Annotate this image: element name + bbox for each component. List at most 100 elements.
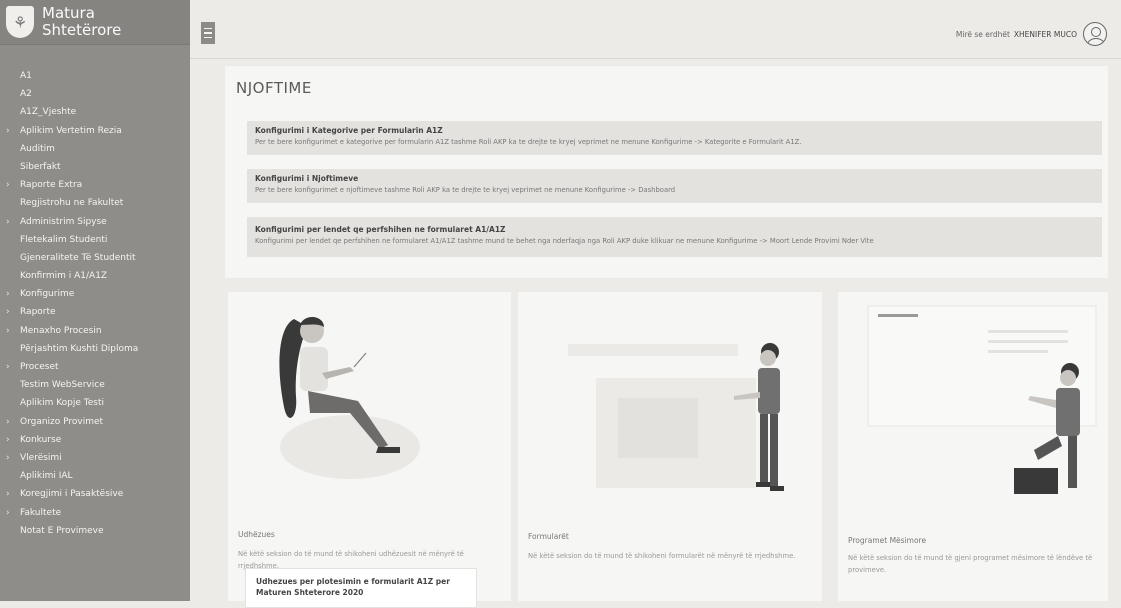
sidebar-item[interactable]: Notat E Provimeve	[0, 522, 190, 540]
card-title: Udhëzues	[238, 530, 275, 539]
sidebar-item-label: Konkurse	[20, 434, 62, 445]
sidebar-item[interactable]: › Proceset	[0, 358, 190, 376]
header-divider	[190, 58, 1121, 59]
sidebar-item-label: Aplikim Vertetim Rezia	[20, 125, 122, 136]
programs-card[interactable]: Programet Mësimore Në këtë seksion do të…	[838, 292, 1108, 601]
sidebar-item[interactable]: › Menaxho Procesin	[0, 322, 190, 340]
sidebar-item-label: Testim WebService	[20, 380, 105, 391]
man-with-form-illustration	[568, 343, 784, 491]
chevron-right-icon: ›	[6, 507, 10, 518]
sidebar-item[interactable]: A2	[0, 85, 190, 103]
notice-item: Konfigurimi i Kategorive per Formularin …	[247, 121, 1102, 155]
brand-title: Matura Shtetërore	[42, 5, 121, 39]
sidebar-item[interactable]: Fletekalim Studenti	[0, 231, 190, 249]
notice-item: Konfigurimi per lendet qe perfshihen ne …	[247, 217, 1102, 257]
sidebar-item-label: Konfirmim i A1/A1Z	[20, 271, 108, 282]
sidebar-item[interactable]: Konfirmim i A1/A1Z	[0, 267, 190, 285]
sidebar-item-label: Regjistrohu ne Fakultet	[20, 198, 124, 209]
notice-item: Konfigurimi i Njoftimeve Per te bere kon…	[247, 169, 1102, 203]
sidebar-item[interactable]: Auditim	[0, 140, 190, 158]
card-description: Në këtë seksion do të mund të gjeni prog…	[848, 554, 1093, 574]
chevron-right-icon: ›	[6, 362, 10, 372]
chevron-right-icon: ›	[6, 307, 10, 318]
sidebar-item-label: Aplikim Kopje Testi	[20, 398, 105, 409]
notice-body: Per te bere konfigurimet e njoftimeve ta…	[255, 186, 676, 194]
notice-title: Konfigurimi i Kategorive per Formularin …	[255, 126, 443, 135]
brand-title-line2: Shtetërore	[42, 21, 122, 39]
sidebar-item-label: Përjashtim Kushti Diploma	[20, 343, 139, 354]
sidebar-item-label: Raporte	[20, 307, 56, 318]
chevron-right-icon: ›	[6, 125, 10, 136]
notice-title: Konfigurimi per lendet qe perfshihen ne …	[255, 225, 506, 234]
chevron-right-icon: ›	[6, 434, 10, 445]
sidebar-item[interactable]: › Fakultete	[0, 504, 190, 522]
hamburger-icon-line	[204, 36, 212, 39]
chevron-right-icon: ›	[6, 325, 10, 336]
chevron-right-icon: ›	[6, 452, 10, 463]
sidebar-item[interactable]: Gjeneralitete Të Studentit	[0, 249, 190, 267]
menu-toggle-button[interactable]	[201, 22, 215, 44]
sidebar-item-label: Raporte Extra	[20, 180, 83, 191]
sidebar-item-label: Administrim Sipyse	[20, 216, 107, 227]
sidebar-item[interactable]: › Konkurse	[0, 431, 190, 449]
brand[interactable]: ⚘ Matura Shtetërore	[0, 0, 190, 45]
chevron-right-icon: ›	[6, 180, 10, 191]
chevron-right-icon: ›	[6, 216, 10, 227]
guides-card[interactable]: Udhëzues Në këtë seksion do të mund të s…	[228, 292, 511, 608]
sidebar-item[interactable]: A1	[0, 67, 190, 85]
sidebar-item[interactable]: › Administrim Sipyse	[0, 213, 190, 231]
sidebar-item-label: A1	[20, 71, 32, 81]
sidebar-item-label: Fletekalim Studenti	[20, 234, 108, 245]
notice-title: Konfigurimi i Njoftimeve	[255, 174, 359, 183]
card-title: Programet Mësimore	[848, 536, 927, 545]
sidebar-item-label: Aplikimi IAL	[20, 471, 73, 482]
sidebar-item[interactable]: Aplikimi IAL	[0, 467, 190, 485]
sidebar-item-label: A1Z_Vjeshte	[20, 107, 77, 118]
hamburger-icon	[204, 27, 212, 30]
chevron-right-icon: ›	[6, 289, 10, 300]
sidebar-item[interactable]: › Aplikim Vertetim Rezia	[0, 122, 190, 140]
woman-reading-illustration	[279, 316, 420, 479]
sidebar-item-label: A2	[20, 89, 32, 100]
username: XHENIFER MUCO	[1013, 29, 1077, 39]
user-menu[interactable]: Mirë se erdhët XHENIFER MUCO	[956, 22, 1107, 46]
notice-body: Per te bere konfigurimet e kategorive pe…	[255, 138, 802, 146]
sidebar-item[interactable]: › Raporte Extra	[0, 176, 190, 194]
sidebar-item-label: Vlerësimi	[20, 452, 62, 463]
sidebar-item[interactable]: › Koregjimi i Pasaktësive	[0, 485, 190, 503]
notices-panel: NJOFTIME Konfigurimi i Kategorive per Fo…	[225, 66, 1108, 278]
notice-body: Konfigurimi per lendet qe perfshihen ne …	[255, 237, 874, 245]
hamburger-icon-line	[204, 32, 212, 34]
sidebar: ⚘ Matura Shtetërore A1 A2 A1Z_Vjeshte › Apli…	[0, 0, 190, 601]
sidebar-item-label: Gjeneralitete Të Studentit	[20, 252, 136, 263]
sidebar-item[interactable]: › Vlerësimi	[0, 449, 190, 467]
greeting-text: Mirë se erdhët	[955, 29, 1010, 39]
sidebar-item-label: Notat E Provimeve	[20, 525, 104, 536]
sidebar-item[interactable]: A1Z_Vjeshte	[0, 103, 190, 121]
page-title: NJOFTIME	[236, 79, 312, 97]
sidebar-item[interactable]: Testim WebService	[0, 376, 190, 394]
sidebar-item[interactable]: › Raporte	[0, 303, 190, 321]
sidebar-item[interactable]: › Organizo Provimet	[0, 413, 190, 431]
chevron-right-icon: ›	[6, 416, 10, 427]
sidebar-item[interactable]: Regjistrohu ne Fakultet	[0, 194, 190, 212]
sidebar-item[interactable]: › Konfigurime	[0, 285, 190, 303]
sidebar-item[interactable]: Siberfakt	[0, 158, 190, 176]
card-title: Formularët	[528, 532, 569, 541]
chevron-right-icon: ›	[6, 489, 10, 500]
forms-card[interactable]: Formularët Në këtë seksion do të mund të…	[518, 292, 822, 601]
sidebar-item-label: Organizo Provimet	[20, 416, 104, 427]
user-avatar-icon[interactable]	[1083, 22, 1107, 46]
sidebar-item[interactable]: Aplikim Kopje Testi	[0, 394, 190, 412]
brand-title-line1: Matura	[42, 4, 95, 22]
man-presenting-illustration	[867, 305, 1097, 494]
sidebar-item-label: Koregjimi i Pasaktësive	[20, 489, 124, 500]
sidebar-item[interactable]: Përjashtim Kushti Diploma	[0, 340, 190, 358]
guide-link[interactable]: Udhezues per plotesimin e formularit A1Z…	[245, 568, 477, 608]
sidebar-menu: A1 A2 A1Z_Vjeshte › Aplikim Vertetim Rezia Au…	[0, 45, 190, 540]
sidebar-item-label: Proceset	[20, 362, 59, 372]
sidebar-item-label: Auditim	[20, 143, 55, 154]
crest-logo: ⚘	[6, 6, 34, 38]
sidebar-item-label: Siberfakt	[20, 161, 61, 172]
card-description: Në këtë seksion do të mund të shikoheni …	[528, 552, 796, 560]
